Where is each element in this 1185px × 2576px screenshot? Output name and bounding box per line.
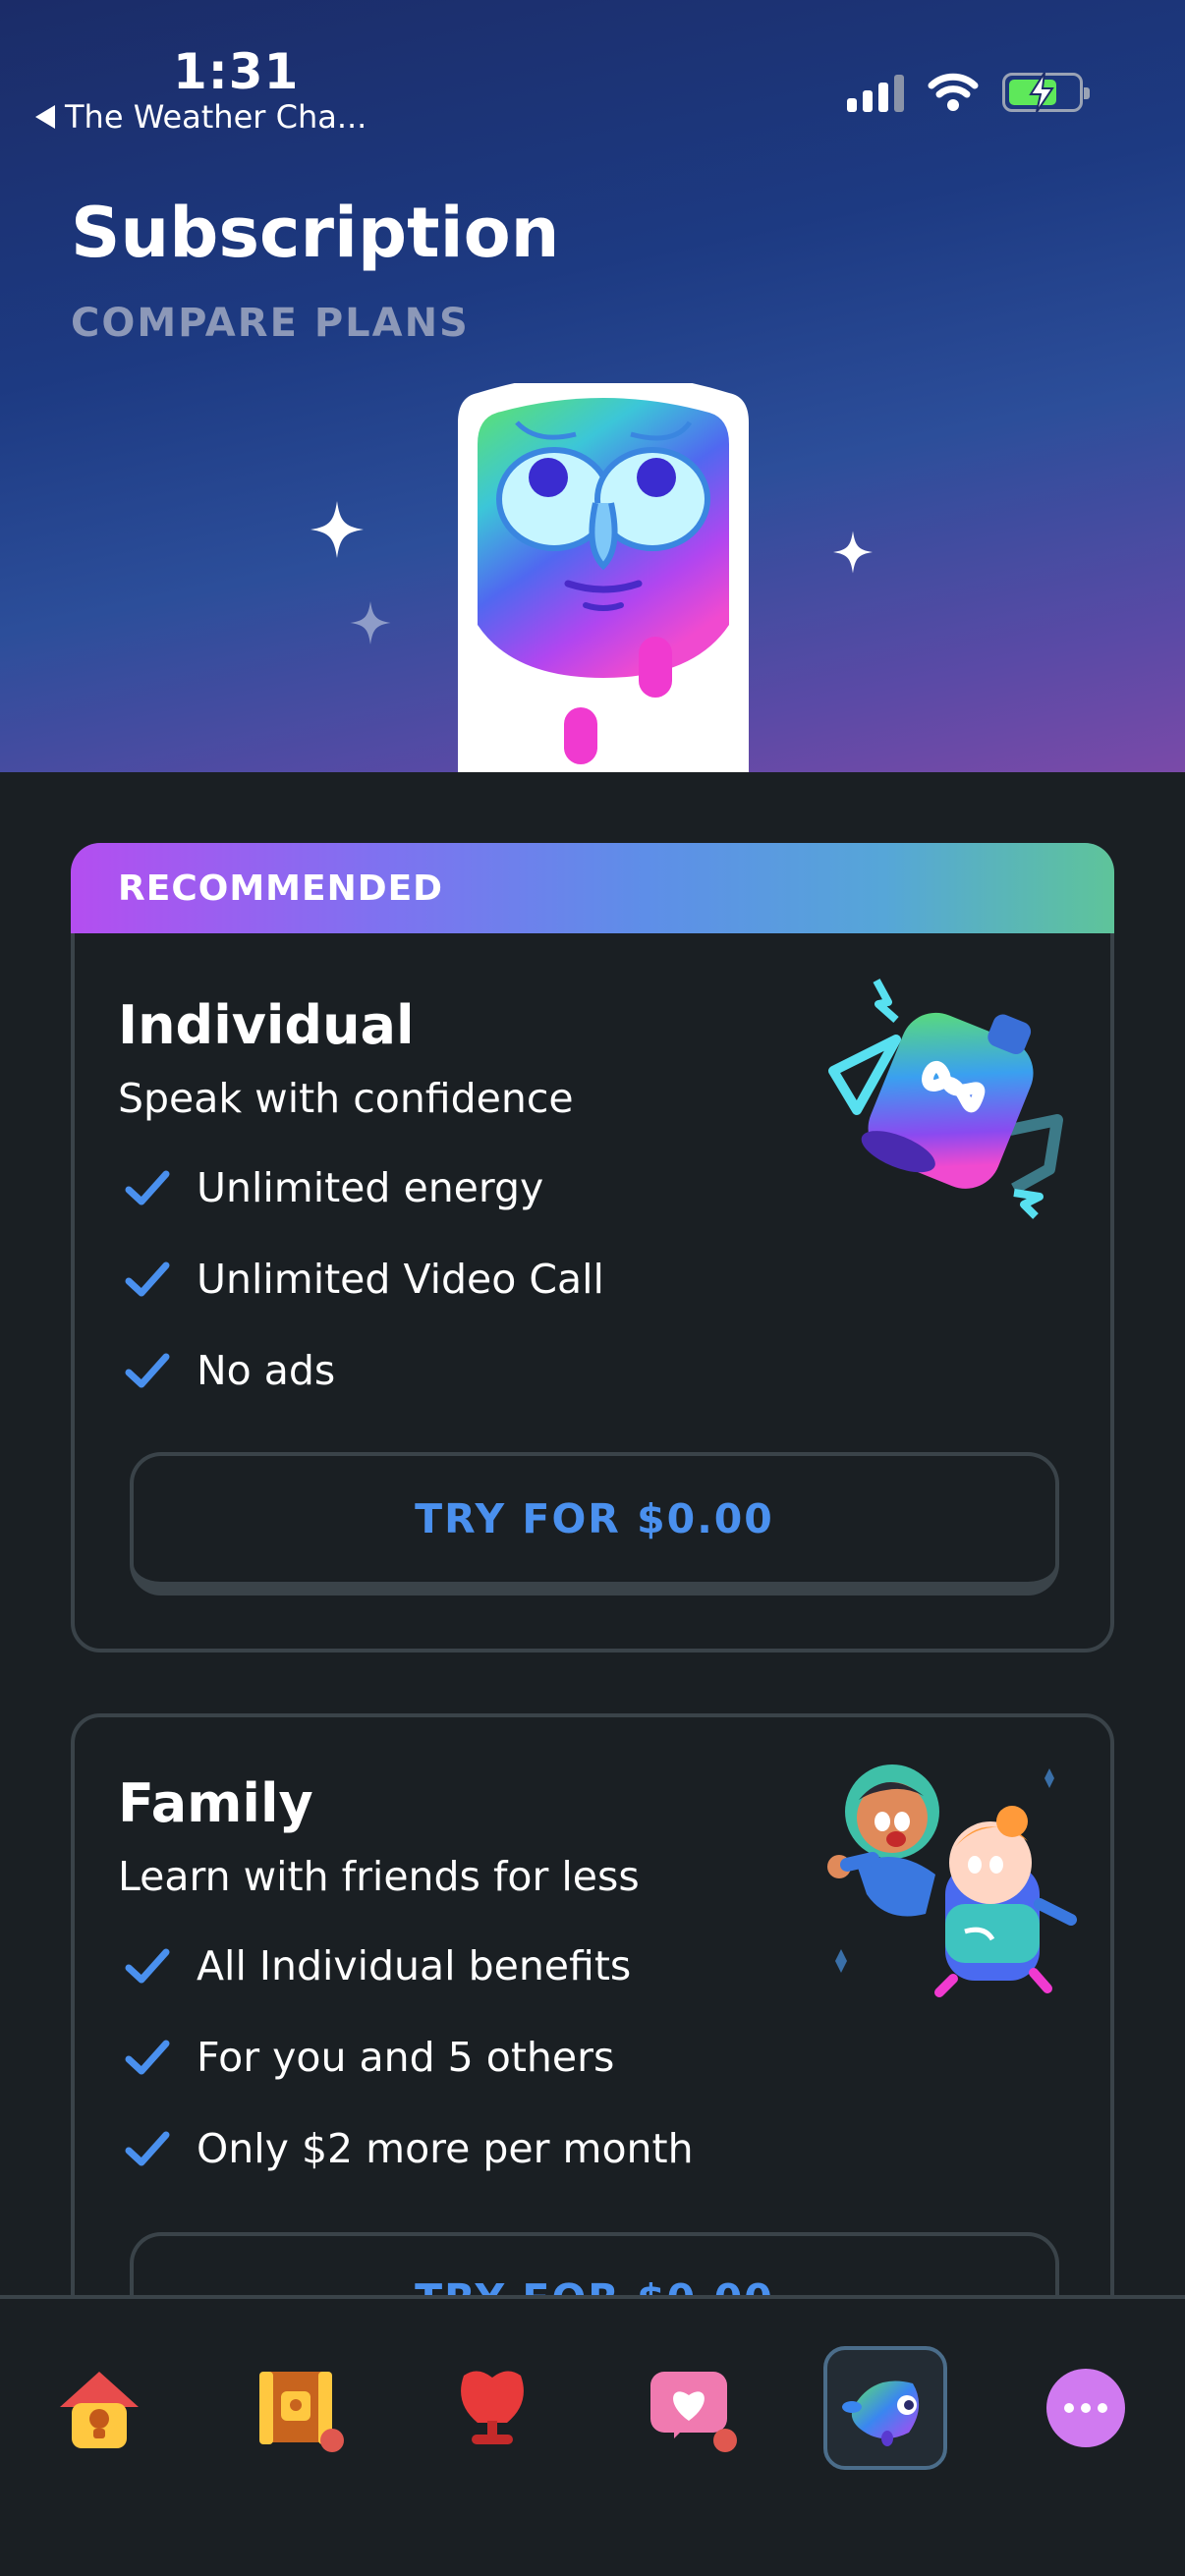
notification-dot <box>713 2429 737 2452</box>
checkmark-icon <box>118 2028 177 2087</box>
plan-card-individual: RECOMMENDED Individual Speak with confid… <box>71 843 1114 1652</box>
checkmark-icon <box>118 2119 177 2178</box>
benefit-item: For you and 5 others <box>118 2011 694 2102</box>
bottom-navigation <box>0 2295 1185 2576</box>
plan-name: Individual <box>118 994 415 1056</box>
back-app-label: The Weather Cha... <box>65 98 367 136</box>
benefit-item: Unlimited energy <box>118 1142 604 1233</box>
sparkle-icon <box>350 601 391 644</box>
benefit-item: Unlimited Video Call <box>118 1233 604 1324</box>
benefit-list: Unlimited energy Unlimited Video Call No… <box>118 1142 604 1416</box>
unlimited-energy-illustration <box>828 979 1063 1219</box>
nav-more[interactable] <box>1024 2346 1148 2470</box>
nav-super[interactable] <box>823 2346 947 2470</box>
status-icons <box>847 73 1090 112</box>
nav-leaderboard[interactable] <box>430 2346 554 2470</box>
back-arrow-icon <box>35 105 55 129</box>
benefit-item: Only $2 more per month <box>118 2102 694 2194</box>
checkmark-icon <box>118 1250 177 1309</box>
trophy-icon <box>461 2371 524 2444</box>
plan-tagline: Speak with confidence <box>118 1075 574 1122</box>
try-individual-button[interactable]: TRY FOR $0.00 <box>130 1452 1059 1596</box>
family-characters-illustration <box>827 1764 1077 1997</box>
wifi-icon <box>928 73 979 111</box>
checkmark-icon <box>118 1341 177 1400</box>
nav-chest[interactable] <box>234 2346 358 2470</box>
compare-plans-label: COMPARE PLANS <box>71 301 470 346</box>
cellular-signal-icon <box>847 75 904 112</box>
benefit-item: All Individual benefits <box>118 1920 694 2011</box>
plan-name: Family <box>118 1772 313 1834</box>
checkmark-icon <box>118 1936 177 1995</box>
more-icon <box>1046 2369 1125 2447</box>
checkmark-icon <box>118 1158 177 1217</box>
status-time: 1:31 <box>173 43 300 100</box>
back-to-app-link[interactable]: The Weather Cha... <box>35 98 367 136</box>
sparkle-icon <box>310 501 364 558</box>
recommended-banner: RECOMMENDED <box>71 843 1114 933</box>
nav-friends[interactable] <box>627 2346 751 2470</box>
super-duo-icon <box>842 2380 920 2446</box>
plan-tagline: Learn with friends for less <box>118 1853 640 1900</box>
benefit-item: No ads <box>118 1324 604 1416</box>
page-title: Subscription <box>71 193 560 273</box>
home-icon <box>60 2372 139 2448</box>
notification-dot <box>320 2429 344 2452</box>
battery-icon <box>1002 73 1090 112</box>
benefit-list: All Individual benefits For you and 5 ot… <box>118 1920 694 2194</box>
super-duo-mascot-illustration <box>458 383 749 772</box>
sparkle-icon <box>833 531 873 574</box>
recommended-label: RECOMMENDED <box>118 868 444 909</box>
subscription-header: 1:31 The Weather Cha... Subscription COM… <box>0 0 1185 772</box>
nav-home[interactable] <box>37 2346 161 2470</box>
